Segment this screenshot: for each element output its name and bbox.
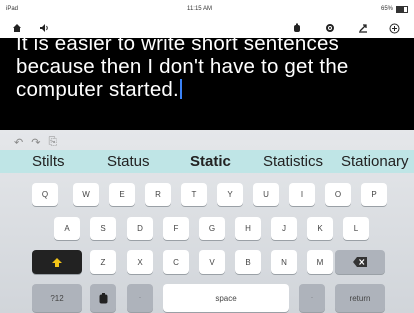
key-l[interactable]: L [343,217,369,240]
key-d[interactable]: D [127,217,153,240]
key-x[interactable]: X [127,250,153,274]
editor-text: It is easier to write short sentences be… [16,38,406,101]
period-key[interactable]: · [299,284,325,312]
time-label: 11:15 AM [187,6,212,12]
space-label: space [215,293,237,303]
numbers-key[interactable]: ?12 [32,284,82,312]
key-w[interactable]: W [73,183,99,206]
key-n[interactable]: N [271,250,297,274]
key-a[interactable]: A [54,217,80,240]
key-g[interactable]: G [199,217,225,240]
key-r[interactable]: R [145,183,171,206]
settings-icon[interactable] [323,21,337,35]
app-icon [99,292,107,303]
key-o[interactable]: O [325,183,351,206]
battery-icon [396,5,408,13]
emoji-key[interactable] [90,284,116,312]
text-cursor [179,79,182,99]
key-k[interactable]: K [307,217,333,240]
key-j[interactable]: J [271,217,297,240]
key-i[interactable]: I [289,183,315,206]
editor-line-2: because then I don't have to get the [16,55,349,78]
paste-icon[interactable]: ⎘ [48,136,57,150]
key-c[interactable]: C [163,250,189,274]
editor-line-1: It is easier to write short sentences [16,38,340,55]
toolbar [0,18,414,38]
suggestion-2[interactable]: Status [107,153,150,170]
dictation-key[interactable]: · [127,284,153,312]
gear-icon[interactable] [290,21,304,35]
key-u[interactable]: U [253,183,279,206]
suggestion-5[interactable]: Stationary [341,153,409,170]
key-v[interactable]: V [199,250,225,274]
plus-icon[interactable] [387,21,401,35]
key-y[interactable]: Y [217,183,243,206]
return-key[interactable]: return [335,284,385,312]
suggestion-1[interactable]: Stilts [32,153,65,170]
word-suggestions: Stilts Status Static Statistics Stationa… [0,150,414,173]
suggestion-3[interactable]: Static [190,153,231,170]
undo-icon[interactable]: ↶ [14,136,23,150]
status-bar: iPad 11:15 AM 65% [0,0,414,18]
shift-key[interactable] [32,250,82,274]
keyboard-area: ↶ ↷ ⎘ Stilts Status Static Statistics St… [0,130,414,313]
key-q[interactable]: Q [32,183,58,206]
speaker-icon[interactable] [37,21,51,35]
space-key[interactable]: space [163,284,289,312]
editor-line-3: computer started. [16,78,406,101]
key-m[interactable]: M [307,250,333,274]
suggestion-4[interactable]: Statistics [263,153,323,170]
key-f[interactable]: F [163,217,189,240]
key-h[interactable]: H [235,217,261,240]
share-icon[interactable] [356,21,370,35]
battery-indicator: 65% [380,5,408,13]
backspace-icon [353,257,367,267]
delete-key[interactable] [335,250,385,274]
carrier-label: iPad [6,6,19,12]
battery-percent: 65% [380,6,393,12]
key-p[interactable]: P [361,183,387,206]
key-b[interactable]: B [235,250,261,274]
key-s[interactable]: S [90,217,116,240]
text-editor[interactable]: It is easier to write short sentences be… [0,38,414,130]
key-z[interactable]: Z [90,250,116,274]
key-t[interactable]: T [181,183,207,206]
keyboard: Q W E R T Y U I O P A S D F G H J K L Z … [0,173,414,313]
home-icon[interactable] [10,21,24,35]
redo-icon[interactable]: ↷ [31,136,40,150]
key-e[interactable]: E [109,183,135,206]
edit-actions: ↶ ↷ ⎘ [14,136,57,150]
editor-line-3-text: computer started. [16,78,179,101]
shift-icon [52,257,62,267]
